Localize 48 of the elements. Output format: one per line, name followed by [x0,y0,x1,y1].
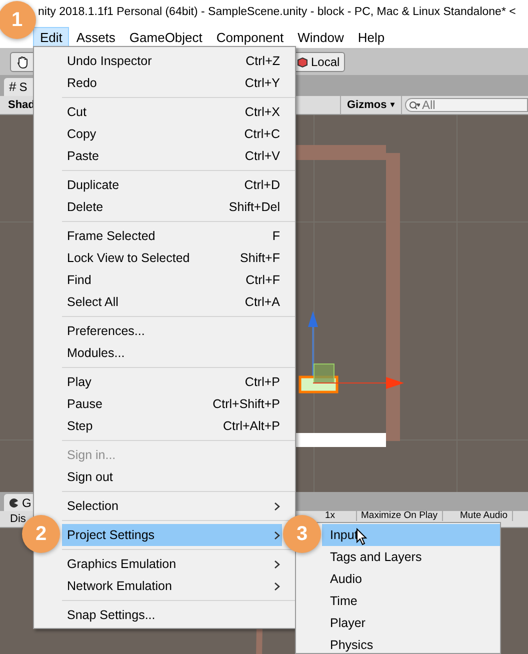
menu-item[interactable]: Duplicate Ctrl+D [62,174,282,196]
menu-bar-item[interactable]: Assets [69,26,122,48]
menu-item[interactable]: Redo Ctrl+Y [62,72,282,94]
search-icon [409,101,420,110]
menu-item[interactable]: Player [322,612,500,634]
menu-item[interactable]: Tags and Layers [322,546,500,568]
maximize-on-play-button[interactable]: Maximize On Play [356,511,443,521]
search-field[interactable]: All [405,98,528,112]
menu-item[interactable]: Copy Ctrl+C [62,123,282,145]
menu-item[interactable]: Selection [62,495,282,517]
menu-item[interactable]: Time [322,590,500,612]
menu-item[interactable]: Snap Settings... [62,604,282,626]
menu-item[interactable]: Pause Ctrl+Shift+P [62,393,282,415]
tab-label: S [19,79,28,96]
menu-item[interactable]: Sign out [62,466,282,488]
menu-bar-item[interactable]: Window [290,26,351,48]
menu-item[interactable]: Graphics Emulation [62,553,282,575]
cube-icon [297,56,308,68]
menu-item[interactable]: Physics [322,634,500,654]
menu-item[interactable]: Select All Ctrl+A [62,291,282,313]
pacman-icon [9,498,19,508]
menu-item[interactable]: Paste Ctrl+V [62,145,282,167]
menu-bar-item[interactable]: GameObject [122,26,210,48]
menu-item[interactable]: Preferences... [62,320,282,342]
mouse-cursor-icon [356,528,368,546]
menu-item[interactable]: Frame Selected F [62,225,282,247]
menu-item[interactable]: Audio [322,568,500,590]
menu-bar-item[interactable]: Help [350,26,392,48]
gizmos-dropdown[interactable]: Gizmos ▾ [340,96,402,114]
menu-item[interactable]: Delete Shift+Del [62,196,282,218]
hash-icon: # [9,77,16,97]
menu-bar-item[interactable]: Component [209,26,291,48]
hand-icon [16,54,30,68]
menu-bar-item[interactable]: Edit [33,26,70,48]
window-title: nity 2018.1.1f1 Personal (64bit) - SampleScene.unity - block - PC, Mac & Linux Standalone* < [38,5,516,20]
menu-item[interactable]: Modules... [62,342,282,364]
menu-item[interactable]: Lock View to Selected Shift+F [62,247,282,269]
mute-audio-button[interactable]: Mute Audio [456,511,513,521]
scale-label: 1x [325,511,336,521]
menu-item[interactable]: Cut Ctrl+X [62,101,282,123]
menu-item[interactable]: Find Ctrl+F [62,269,282,291]
menu-item[interactable]: Undo Inspector Ctrl+Z [62,50,282,72]
menu-item[interactable]: Network Emulation [62,575,282,597]
tab-label: G [22,494,32,512]
menu-item[interactable]: Input [322,524,500,546]
menu-item[interactable]: Play Ctrl+P [62,371,282,393]
menu-item[interactable]: Project Settings [62,524,282,546]
menu-item[interactable]: Step Ctrl+Alt+P [62,415,282,437]
